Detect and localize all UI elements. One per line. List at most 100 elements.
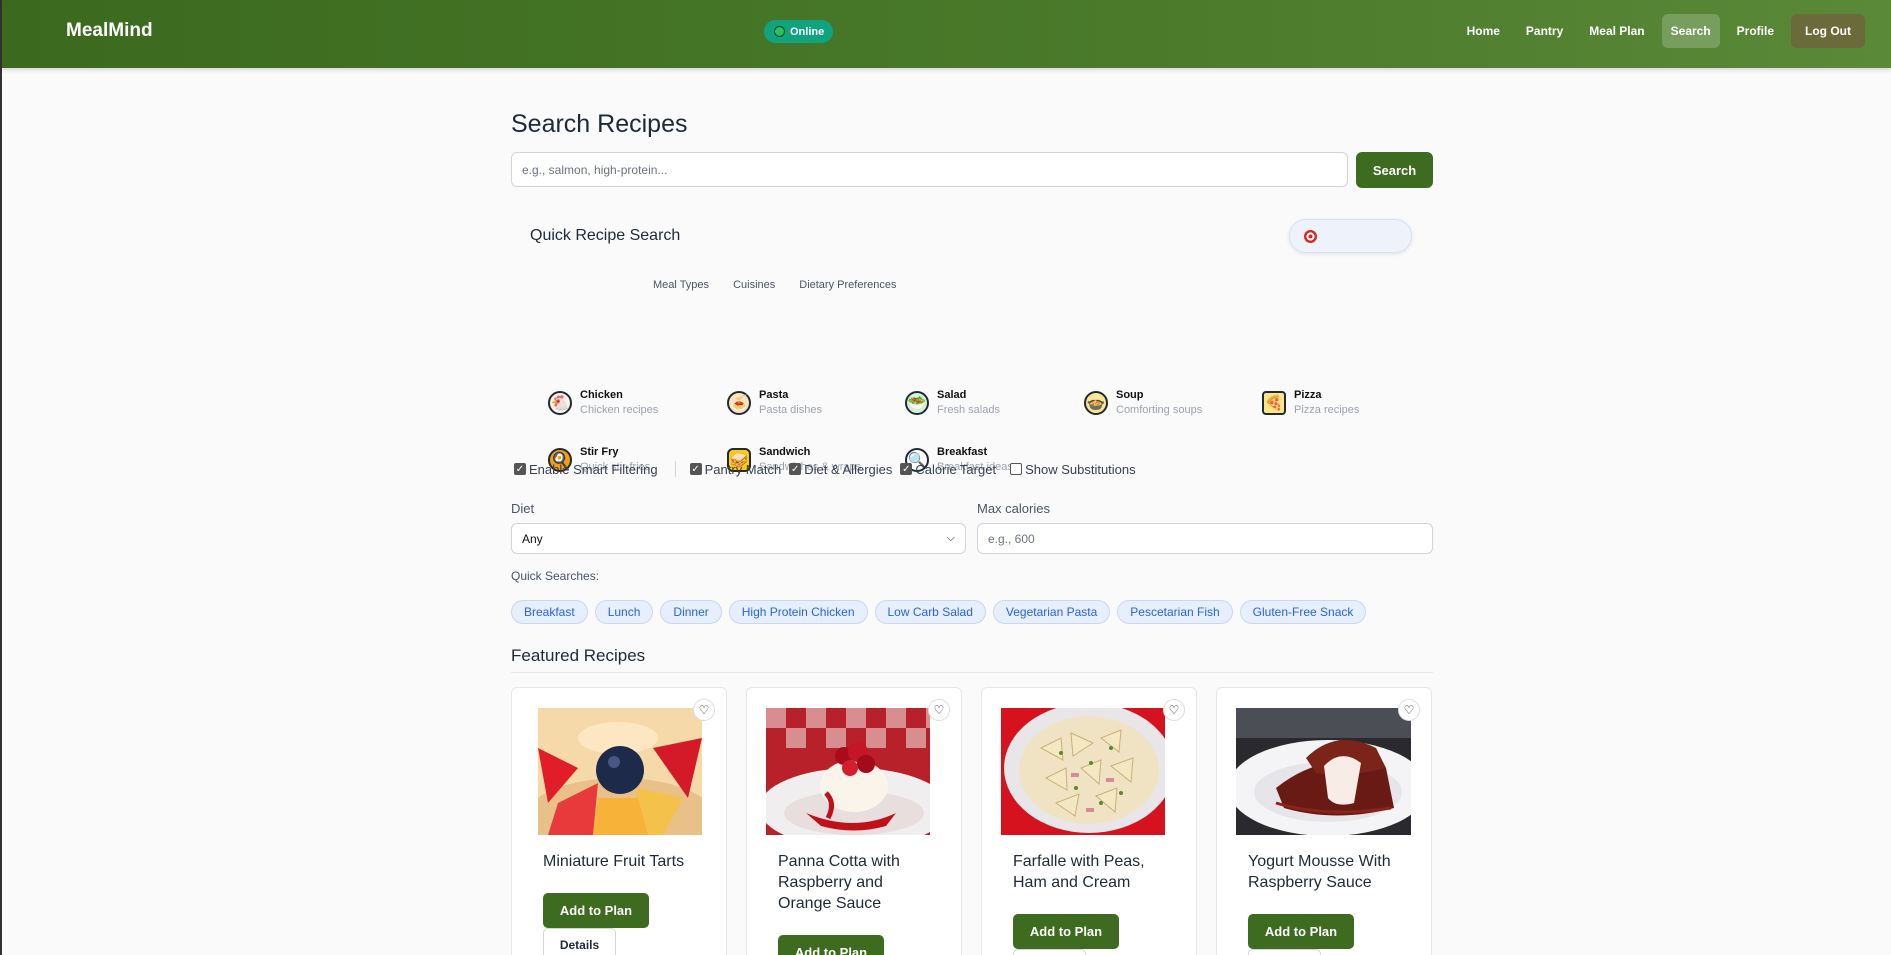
featured-recipes-title: Featured Recipes (511, 646, 646, 665)
favorite-heart-icon[interactable]: ♡ (928, 699, 950, 721)
category-name: Pasta (759, 389, 789, 401)
main-nav: Home Pantry Meal Plan Search Profile Log… (1458, 14, 1865, 48)
quick-search-title: Quick Recipe Search (530, 227, 681, 244)
nav-home[interactable]: Home (1458, 14, 1509, 48)
nav-profile[interactable]: Profile (1728, 14, 1783, 48)
category-salad[interactable]: 🥗 Salad Fresh salads (905, 388, 1075, 417)
recipe-image[interactable] (766, 708, 930, 835)
recipe-title: Panna Cotta with Raspberry and Orange Sa… (778, 853, 900, 912)
chip-lunch[interactable]: Lunch (594, 600, 654, 624)
category-sub: Chicken recipes (580, 404, 659, 416)
nav-pantry[interactable]: Pantry (1517, 14, 1572, 48)
category-pasta[interactable]: 🍝 Pasta Pasta dishes (727, 388, 897, 417)
checkbox-icon[interactable] (1010, 463, 1023, 475)
category-pizza[interactable]: 🍕 Pizza Pizza recipes (1262, 388, 1432, 417)
recipe-card[interactable]: ♡ Panna Cotta with Raspberry and Orange … (746, 687, 962, 955)
checkbox-label: Pantry Match (704, 461, 782, 477)
top-navbar: MealMind Online Home Pantry Meal Plan Se… (2, 0, 1891, 68)
add-to-plan-button[interactable]: Add to Plan (543, 893, 649, 928)
quick-searches-label: Quick Searches: (511, 569, 600, 583)
category-sub: Fresh salads (937, 404, 1000, 416)
recipe-title: Yogurt Mousse With Raspberry Sauce (1248, 853, 1391, 891)
recipe-image[interactable] (1001, 708, 1165, 835)
brand-logo[interactable]: MealMind (66, 20, 153, 42)
checkbox-icon[interactable]: ✓ (789, 463, 802, 475)
smart-filtering-toggle[interactable]: ✓ Enable Smart Filtering (514, 462, 658, 477)
pantry-match-checkbox[interactable]: ✓ Pantry Match (689, 461, 782, 477)
checkbox-label: Calorie Target (915, 461, 997, 477)
salad-icon: 🥗 (905, 391, 929, 415)
pizza-icon: 🍕 (1262, 391, 1286, 415)
category-soup[interactable]: 🍲 Soup Comforting soups (1084, 388, 1254, 417)
favorite-heart-icon[interactable]: ♡ (1398, 699, 1420, 721)
chip-gluten-free-snack[interactable]: Gluten-Free Snack (1239, 600, 1367, 624)
diet-label: Diet (511, 501, 535, 516)
status-label: Online (790, 25, 825, 38)
pasta-icon: 🍝 (727, 391, 751, 415)
search-button[interactable]: Search (1356, 152, 1433, 188)
category-chicken[interactable]: 🐔 Chicken Chicken recipes (548, 388, 718, 417)
details-button[interactable]: Details (1013, 949, 1086, 955)
tab-dietary-preferences[interactable]: Dietary Preferences (787, 277, 908, 293)
category-name: Breakfast (937, 446, 988, 458)
category-name: Chicken (580, 389, 623, 401)
tab-popular[interactable] (541, 277, 641, 293)
nav-search[interactable]: Search (1661, 14, 1720, 48)
tab-meal-types[interactable]: Meal Types (641, 277, 721, 293)
filter-row: ✓ Enable Smart Filtering ✓ Pantry Match … (514, 461, 1151, 477)
category-sub: Pasta dishes (759, 404, 822, 416)
max-calories-input[interactable]: e.g., 600 (977, 523, 1433, 554)
diet-select[interactable]: Any ⌵ (511, 523, 966, 554)
checkbox-label: Enable Smart Filtering (529, 461, 658, 477)
recipe-card[interactable]: ♡ Farfalle with Peas, Ham and Cream Add … (981, 687, 1197, 955)
recipe-image[interactable] (538, 708, 702, 835)
chip-pescetarian-fish[interactable]: Pescetarian Fish (1117, 600, 1233, 624)
details-button[interactable]: Details (543, 928, 616, 955)
favorite-heart-icon[interactable]: ♡ (1163, 699, 1185, 721)
chip-dinner[interactable]: Dinner (660, 600, 722, 624)
tab-cuisines[interactable]: Cuisines (721, 277, 787, 293)
nav-meal-plan[interactable]: Meal Plan (1580, 14, 1653, 48)
chip-vegetarian-pasta[interactable]: Vegetarian Pasta (992, 600, 1111, 624)
chip-high-protein-chicken[interactable]: High Protein Chicken (728, 600, 868, 624)
checkbox-icon[interactable]: ✓ (514, 463, 526, 475)
favorite-heart-icon[interactable]: ♡ (693, 699, 715, 721)
category-name: Pizza (1294, 389, 1322, 401)
category-sub: Comforting soups (1116, 404, 1203, 416)
ai-suggest-button[interactable] (1289, 219, 1412, 253)
checkbox-label: Diet & Allergies (804, 461, 893, 477)
section-divider (511, 672, 1433, 673)
add-to-plan-button[interactable]: Add to Plan (1248, 914, 1354, 949)
diet-allergies-checkbox[interactable]: ✓ Diet & Allergies (789, 462, 892, 477)
online-status-badge: Online (764, 20, 834, 43)
recipe-card[interactable]: ♡ Yogurt Mousse With Raspberry Sauce Add… (1216, 687, 1432, 955)
chip-low-carb-salad[interactable]: Low Carb Salad (874, 600, 986, 624)
logout-button[interactable]: Log Out (1791, 14, 1865, 48)
category-tabs: Meal Types Cuisines Dietary Preferences (541, 277, 908, 293)
recipe-image[interactable] (1236, 708, 1411, 835)
category-sub: Pizza recipes (1294, 404, 1360, 416)
status-dot-icon (774, 26, 785, 37)
chip-breakfast[interactable]: Breakfast (511, 600, 588, 624)
quick-search-chips: Breakfast Lunch Dinner High Protein Chic… (511, 600, 1367, 624)
recipe-card[interactable]: ♡ Miniature Fruit Tarts Add to Plan Deta… (511, 687, 727, 955)
soup-icon: 🍲 (1084, 391, 1108, 415)
category-name: Sandwich (759, 446, 811, 458)
show-substitutions-checkbox[interactable]: Show Substitutions (1010, 462, 1136, 477)
add-to-plan-button[interactable]: Add to Plan (1013, 914, 1119, 949)
checkbox-label: Show Substitutions (1025, 461, 1136, 477)
chicken-icon: 🐔 (548, 391, 572, 415)
category-name: Salad (937, 389, 967, 401)
calorie-target-checkbox[interactable]: ✓ Calorie Target (900, 462, 996, 477)
add-to-plan-button[interactable]: Add to Plan (778, 935, 884, 955)
max-calories-label: Max calories (977, 501, 1050, 516)
checkbox-icon[interactable]: ✓ (689, 463, 702, 475)
page-title: Search Recipes (511, 110, 688, 138)
details-button[interactable]: Details (1248, 949, 1321, 955)
target-icon (1304, 229, 1317, 243)
checkbox-icon[interactable]: ✓ (900, 463, 913, 475)
search-input[interactable]: e.g., salmon, high-protein... (511, 152, 1348, 187)
recipe-title: Farfalle with Peas, Ham and Cream (1013, 853, 1145, 891)
chevron-down-icon: ⌵ (946, 532, 955, 544)
recipe-title: Miniature Fruit Tarts (543, 853, 685, 870)
